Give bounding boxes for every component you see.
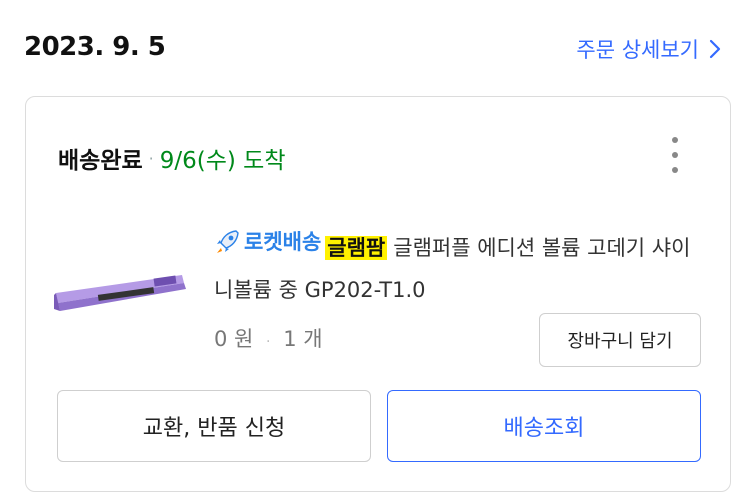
order-detail-label: 주문 상세보기	[576, 38, 699, 62]
exchange-return-button[interactable]: 교환, 반품 신청	[57, 390, 371, 462]
delivery-status: 배송완료	[58, 148, 143, 174]
rocket-icon	[217, 230, 239, 253]
add-to-cart-button[interactable]: 장바구니 담기	[539, 313, 701, 367]
price-row: 0 원 · 1 개	[214, 323, 323, 353]
chevron-right-icon	[709, 39, 721, 59]
delivery-status-row: 배송완료 · 9/6(수) 도착	[58, 141, 286, 175]
product-quantity: 1 개	[283, 327, 323, 351]
rocket-badge: 로켓배송	[214, 221, 321, 263]
brand-name: 글램팜	[325, 236, 388, 260]
order-date: 2023. 9. 5	[24, 32, 166, 62]
status-separator: ·	[148, 148, 154, 168]
rocket-badge-label: 로켓배송	[244, 230, 322, 254]
product-price: 0 원	[214, 327, 254, 351]
more-vertical-icon[interactable]	[668, 137, 682, 173]
price-separator: ·	[266, 334, 271, 350]
track-delivery-button[interactable]: 배송조회	[387, 390, 701, 462]
product-thumbnail[interactable]	[54, 247, 188, 317]
order-card: 배송완료 · 9/6(수) 도착 로켓배송 글램팜 글램퍼플 에디션 볼륨 고데기…	[25, 96, 731, 492]
product-info[interactable]: 로켓배송 글램팜 글램퍼플 에디션 볼륨 고데기 샤이니볼륨 중 GP202-T1…	[214, 221, 704, 311]
arrival-date: 9/6(수) 도착	[159, 148, 286, 174]
order-detail-link[interactable]: 주문 상세보기	[576, 34, 721, 64]
